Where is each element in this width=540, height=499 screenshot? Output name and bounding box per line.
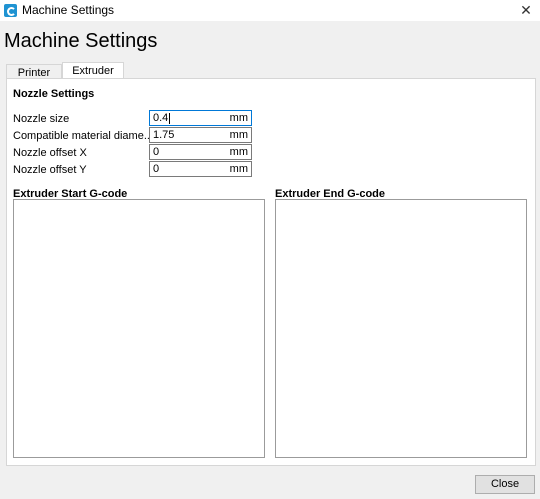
nozzle-offset-y-input[interactable]: 0 mm — [149, 161, 252, 177]
nozzle-size-unit: mm — [229, 112, 248, 124]
cura-logo-icon — [4, 4, 17, 17]
close-button[interactable]: Close — [475, 475, 535, 494]
extruder-start-gcode-textarea[interactable] — [13, 199, 265, 458]
nozzle-size-input[interactable]: 0.4 mm — [149, 110, 252, 126]
nozzle-offset-y-value: 0 — [153, 163, 160, 175]
extruder-end-gcode-textarea[interactable] — [275, 199, 527, 458]
window-title: Machine Settings — [22, 3, 115, 17]
nozzle-offset-y-unit: mm — [229, 163, 248, 175]
material-diameter-label: Compatible material diame... — [13, 130, 154, 142]
nozzle-offset-x-label: Nozzle offset X — [13, 147, 87, 159]
nozzle-size-value: 0.4 — [153, 112, 169, 124]
close-icon[interactable]: ✕ — [518, 1, 534, 19]
title-bar: Machine Settings ✕ — [0, 0, 540, 21]
nozzle-offset-y-label: Nozzle offset Y — [13, 164, 87, 176]
text-caret — [169, 113, 170, 124]
nozzle-offset-x-unit: mm — [229, 146, 248, 158]
nozzle-offset-x-input[interactable]: 0 mm — [149, 144, 252, 160]
tab-extruder[interactable]: Extruder — [62, 62, 124, 78]
nozzle-settings-heading: Nozzle Settings — [13, 88, 95, 100]
nozzle-size-label: Nozzle size — [13, 113, 70, 125]
material-diameter-value: 1.75 — [153, 129, 175, 141]
nozzle-offset-x-value: 0 — [153, 146, 160, 158]
material-diameter-input[interactable]: 1.75 mm — [149, 127, 252, 143]
page-title: Machine Settings — [4, 30, 158, 52]
material-diameter-unit: mm — [229, 129, 248, 141]
